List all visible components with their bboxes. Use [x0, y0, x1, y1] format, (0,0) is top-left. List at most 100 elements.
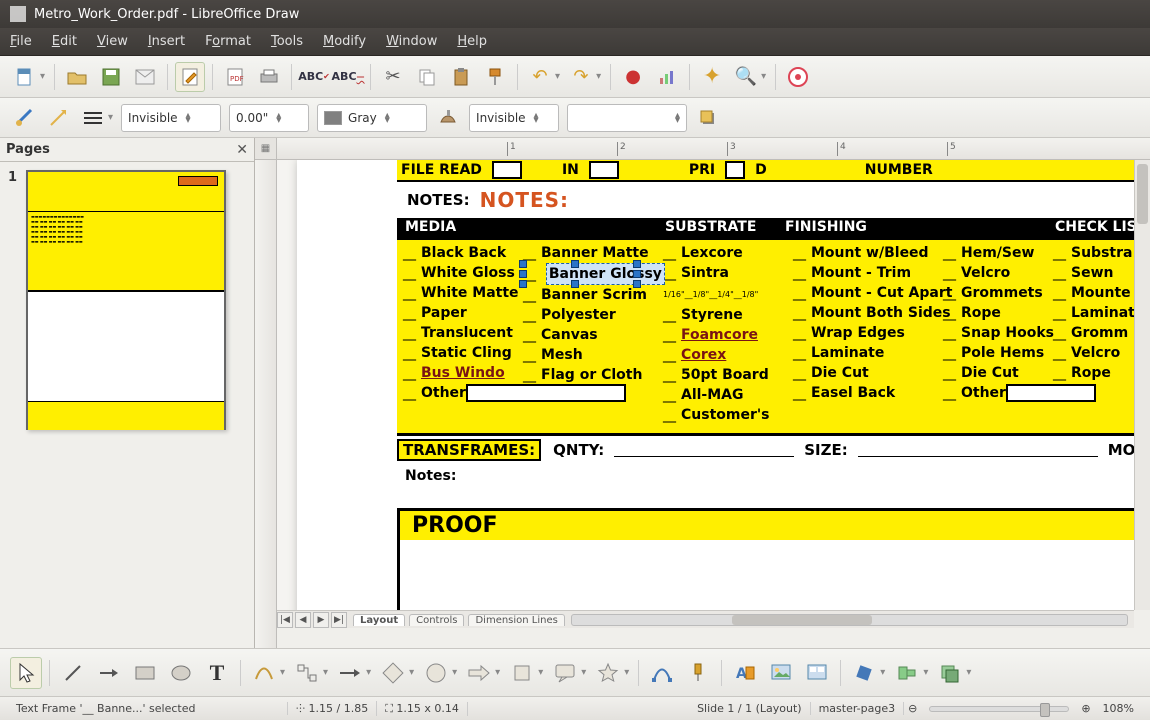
cut-button[interactable]: ✂ [378, 62, 408, 92]
page-thumb-number: 1 [8, 170, 26, 430]
area-color-select[interactable]: ▴▾ [567, 104, 687, 132]
stars-tool[interactable] [592, 657, 624, 689]
ruler-corner[interactable]: ▦ [255, 138, 277, 160]
menu-view[interactable]: View [97, 34, 128, 49]
connector-tool[interactable] [291, 657, 323, 689]
document-viewport[interactable]: FILE READ IN PRID NUMBER NOTES: NOTES: [277, 160, 1134, 610]
page-thumbnail[interactable]: ▬▬▬▬▬▬▬▬▬▬▬▬▬▬▬▬ ▬▬ ▬▬ ▬▬ ▬▬ ▬▬▬▬ ▬▬ ▬▬ … [26, 170, 226, 430]
zoom-slider[interactable] [929, 706, 1069, 712]
selected-text-frame[interactable]: Banner Glossy [523, 263, 651, 285]
options-grid: Black Back White Gloss White Matte Paper… [397, 240, 1134, 436]
rectangle-tool[interactable] [129, 657, 161, 689]
slide-nav[interactable]: |◀◀▶▶| [277, 612, 349, 628]
area-style-select[interactable]: Invisible▴▾ [469, 104, 559, 132]
svg-text:PDF: PDF [230, 75, 244, 83]
navigator-button[interactable]: ✦ [697, 62, 727, 92]
tab-dimension-lines[interactable]: Dimension Lines [468, 614, 564, 626]
dropdown-arrow-icon[interactable]: ▾ [596, 71, 601, 82]
page[interactable]: FILE READ IN PRID NUMBER NOTES: NOTES: [297, 160, 1134, 610]
callouts-tool[interactable] [549, 657, 581, 689]
status-slide: Slide 1 / 1 (Layout) [689, 702, 811, 715]
clone-format-button[interactable] [480, 62, 510, 92]
proof-section: PROOF [397, 508, 1134, 610]
redo-button[interactable]: ↷ [566, 62, 596, 92]
header-row: FILE READ IN PRID NUMBER [397, 160, 1134, 182]
text-tool[interactable]: T [201, 657, 233, 689]
vertical-ruler[interactable] [255, 160, 277, 648]
align-button[interactable] [891, 657, 923, 689]
menu-bar[interactable]: File Edit View Insert Format Tools Modif… [0, 28, 1150, 56]
new-doc-button[interactable] [10, 62, 40, 92]
menu-help[interactable]: Help [457, 34, 487, 49]
pages-panel: Pages ✕ 1 ▬▬▬▬▬▬▬▬▬▬▬▬▬▬▬▬ ▬▬ ▬▬ ▬▬ ▬▬ ▬… [0, 138, 255, 648]
edit-mode-button[interactable] [175, 62, 205, 92]
mail-button[interactable] [130, 62, 160, 92]
drawing-toolbar: T ▾ ▾ ▾ ▾ ▾ ▾ ▾ ▾ ▾ A ▾ ▾ ▾ [0, 648, 1150, 696]
menu-file[interactable]: File [10, 34, 32, 49]
fontwork-button[interactable]: A [729, 657, 761, 689]
menu-format[interactable]: Format [205, 34, 251, 49]
curve-tool[interactable] [248, 657, 280, 689]
select-tool[interactable] [10, 657, 42, 689]
spellcheck-button[interactable]: ABC✔ [299, 62, 329, 92]
print-button[interactable] [254, 62, 284, 92]
tab-layout[interactable]: Layout [353, 614, 405, 626]
horizontal-scrollbar[interactable] [571, 614, 1128, 626]
undo-button[interactable]: ↶ [525, 62, 555, 92]
dropdown-arrow-icon[interactable]: ▾ [761, 71, 766, 82]
line-props-button[interactable] [10, 103, 40, 133]
title-bar: Metro_Work_Order.pdf - LibreOffice Draw [0, 0, 1150, 28]
workspace: Pages ✕ 1 ▬▬▬▬▬▬▬▬▬▬▬▬▬▬▬▬ ▬▬ ▬▬ ▬▬ ▬▬ ▬… [0, 138, 1150, 648]
shadow-button[interactable] [693, 103, 723, 133]
dropdown-arrow-icon[interactable]: ▾ [40, 71, 45, 82]
line-style-button[interactable] [78, 103, 108, 133]
autospell-button[interactable]: ABC— [333, 62, 363, 92]
line-tool[interactable] [57, 657, 89, 689]
menu-edit[interactable]: Edit [52, 34, 77, 49]
rotate-button[interactable] [848, 657, 880, 689]
save-button[interactable] [96, 62, 126, 92]
record-macro-button[interactable]: ● [618, 62, 648, 92]
dropdown-arrow-icon[interactable]: ▾ [555, 71, 560, 82]
help-button[interactable] [783, 62, 813, 92]
status-master: master-page3 [811, 702, 905, 715]
status-zoom[interactable]: 108% [1095, 702, 1142, 715]
horizontal-ruler[interactable]: 1 2 3 4 5 [277, 138, 1150, 160]
pages-panel-body[interactable]: 1 ▬▬▬▬▬▬▬▬▬▬▬▬▬▬▬▬ ▬▬ ▬▬ ▬▬ ▬▬ ▬▬▬▬ ▬▬ ▬… [0, 162, 254, 648]
chart-button[interactable] [652, 62, 682, 92]
close-panel-button[interactable]: ✕ [236, 142, 248, 158]
line-width-input[interactable]: 0.00"▴▾ [229, 104, 309, 132]
open-button[interactable] [62, 62, 92, 92]
arrow-style-button[interactable] [44, 103, 74, 133]
lines-arrows-tool[interactable] [334, 657, 366, 689]
line-style-select[interactable]: Invisible▴▾ [121, 104, 221, 132]
zoom-button[interactable]: 🔍 [731, 62, 761, 92]
line-color-select[interactable]: Gray▴▾ [317, 104, 427, 132]
glue-points-tool[interactable] [682, 657, 714, 689]
ellipse-tool[interactable] [165, 657, 197, 689]
basic-shapes-tool[interactable] [377, 657, 409, 689]
vertical-scrollbar[interactable] [1134, 160, 1150, 610]
export-pdf-button[interactable]: PDF [220, 62, 250, 92]
pages-panel-title: Pages [6, 142, 50, 157]
flowchart-tool[interactable] [506, 657, 538, 689]
symbol-shapes-tool[interactable] [420, 657, 452, 689]
menu-insert[interactable]: Insert [148, 34, 185, 49]
edit-points-tool[interactable] [646, 657, 678, 689]
dropdown-arrow-icon[interactable]: ▾ [108, 112, 113, 123]
from-file-button[interactable] [765, 657, 797, 689]
zoom-in-icon[interactable]: ⊕ [1077, 702, 1094, 715]
menu-modify[interactable]: Modify [323, 34, 366, 49]
menu-tools[interactable]: Tools [271, 34, 303, 49]
arrow-line-tool[interactable] [93, 657, 125, 689]
arrange-button[interactable] [934, 657, 966, 689]
copy-button[interactable] [412, 62, 442, 92]
area-props-button[interactable] [433, 103, 463, 133]
gallery-button[interactable] [801, 657, 833, 689]
zoom-out-icon[interactable]: ⊖ [904, 702, 921, 715]
standard-toolbar: ▾ PDF ABC✔ ABC— ✂ ↶▾ ↷▾ ● ✦ 🔍▾ [0, 56, 1150, 98]
paste-button[interactable] [446, 62, 476, 92]
block-arrows-tool[interactable] [463, 657, 495, 689]
menu-window[interactable]: Window [386, 34, 437, 49]
tab-controls[interactable]: Controls [409, 614, 464, 626]
